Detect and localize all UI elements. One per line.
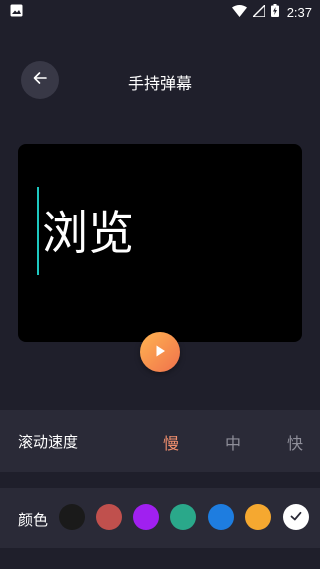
battery-charging-icon <box>270 4 279 20</box>
status-left <box>10 4 23 20</box>
image-icon <box>10 4 23 20</box>
text-cursor <box>37 187 39 275</box>
play-icon <box>153 343 167 362</box>
play-button[interactable] <box>140 332 180 372</box>
color-label: 颜色 <box>18 511 49 529</box>
barrage-text: 浏览 <box>42 206 134 260</box>
status-time: 2:37 <box>286 4 312 20</box>
speed-setting-row: 滚动速度 慢 中 快 <box>0 410 320 472</box>
color-swatch-red[interactable] <box>96 504 122 530</box>
color-setting-row: 颜色 <box>0 488 320 548</box>
color-swatch-orange[interactable] <box>245 504 271 530</box>
speed-label: 滚动速度 <box>18 433 79 451</box>
status-bar: 2:37 <box>0 0 320 24</box>
color-swatch-black[interactable] <box>59 504 85 530</box>
color-swatch-green[interactable] <box>170 504 196 530</box>
speed-option-fast[interactable]: 快 <box>287 430 303 454</box>
wifi-icon <box>231 4 247 20</box>
speed-option-medium[interactable]: 中 <box>225 430 241 454</box>
color-swatch-blue[interactable] <box>208 504 234 530</box>
header: 手持弹幕 <box>0 52 320 108</box>
color-swatch-white[interactable] <box>283 504 309 530</box>
checkmark-icon <box>289 508 303 527</box>
color-swatch-purple[interactable] <box>133 504 159 530</box>
status-right: 2:37 <box>231 2 312 20</box>
signal-icon <box>250 2 266 20</box>
page-title: 手持弹幕 <box>127 74 192 93</box>
barrage-preview[interactable]: 浏览 <box>18 144 302 342</box>
speed-option-slow[interactable]: 慢 <box>163 430 179 454</box>
